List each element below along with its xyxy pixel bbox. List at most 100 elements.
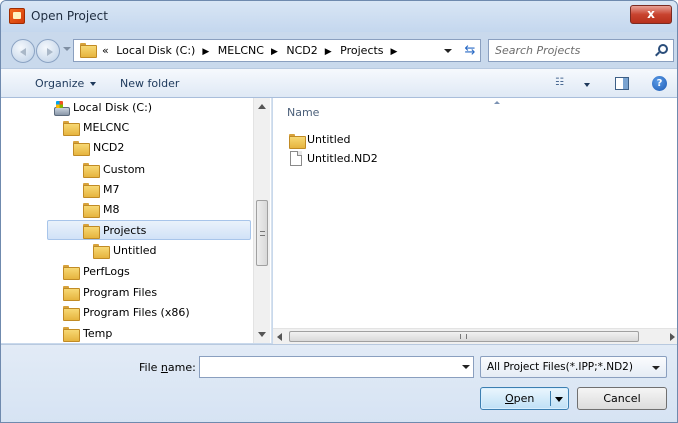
file-name-label: File name: xyxy=(139,361,196,374)
back-button[interactable] xyxy=(11,39,35,63)
breadcrumb-separator[interactable]: ▶ xyxy=(325,47,332,57)
file-name-combo[interactable] xyxy=(199,356,474,378)
folder-icon xyxy=(73,141,90,156)
tree-item-melcnc[interactable]: MELCNC xyxy=(63,118,243,138)
folder-icon xyxy=(93,244,110,259)
breadcrumb: « Local Disk (C:) ▶ MELCNC ▶ NCD2 ▶ Project… xyxy=(102,44,402,57)
tree-item-program-files-x86[interactable]: Program Files (x86) xyxy=(63,303,243,323)
views-icon[interactable]: ☷ xyxy=(555,77,581,91)
new-folder-button[interactable]: New folder xyxy=(120,77,179,90)
dialog-footer: File name: All Project Files(*.IPP;*.ND2… xyxy=(1,344,677,422)
preview-pane-icon[interactable] xyxy=(615,77,629,90)
navigation-pane[interactable]: Local Disk (C:) MELCNC NCD2 Custom M7 M8… xyxy=(1,98,272,343)
tree-item-label: NCD2 xyxy=(93,141,125,154)
open-project-dialog: Open Project x « Local Disk (C:) ▶ MELCNC… xyxy=(0,0,678,423)
file-item-label: Untitled xyxy=(307,133,351,146)
tree-item-m8[interactable]: M8 xyxy=(83,200,243,220)
file-type-filter-value: All Project Files(*.IPP;*.ND2) xyxy=(487,361,633,373)
views-dropdown-arrow[interactable] xyxy=(584,83,590,87)
open-label-rest: pen xyxy=(513,392,535,405)
cancel-button[interactable]: Cancel xyxy=(577,387,667,410)
scroll-down-icon[interactable] xyxy=(258,332,266,337)
file-list[interactable]: Name Untitled Untitled.ND2 xyxy=(273,98,677,328)
forward-button[interactable] xyxy=(36,39,60,63)
command-toolbar: Organize New folder ☷ ? xyxy=(1,68,677,98)
breadcrumb-separator[interactable]: ▶ xyxy=(391,47,398,57)
help-icon[interactable]: ? xyxy=(652,76,667,91)
tree-item-projects[interactable]: Projects xyxy=(47,220,251,240)
tree-item-local-disk[interactable]: Local Disk (C:) xyxy=(53,98,243,118)
breadcrumb-separator[interactable]: ▶ xyxy=(202,47,209,57)
search-box[interactable] xyxy=(488,39,674,62)
address-history-dropdown[interactable] xyxy=(444,49,452,53)
title-bar[interactable]: Open Project x xyxy=(1,1,677,32)
window-title: Open Project xyxy=(31,9,108,23)
folder-icon xyxy=(83,203,100,218)
breadcrumb-melcnc[interactable]: MELCNC xyxy=(218,44,264,57)
file-type-filter[interactable]: All Project Files(*.IPP;*.ND2) xyxy=(480,356,667,378)
open-button-label: Open xyxy=(505,392,534,405)
breadcrumb-projects[interactable]: Projects xyxy=(340,44,383,57)
tree-item-label: Program Files xyxy=(83,286,158,299)
app-icon xyxy=(9,8,25,24)
file-list-horizontal-scrollbar[interactable] xyxy=(273,328,677,344)
folder-icon xyxy=(83,224,100,239)
breadcrumb-ncd2[interactable]: NCD2 xyxy=(286,44,317,57)
search-icon[interactable] xyxy=(658,44,668,54)
sort-indicator-icon xyxy=(494,101,500,104)
breadcrumb-separator[interactable]: ▶ xyxy=(271,47,278,57)
folder-icon xyxy=(63,265,80,280)
tree-item-label: M8 xyxy=(103,203,120,216)
open-accelerator: O xyxy=(505,392,514,405)
tree-item-program-files[interactable]: Program Files xyxy=(63,283,243,303)
organize-button[interactable]: Organize xyxy=(35,77,96,90)
folder-icon xyxy=(63,286,80,301)
folder-icon xyxy=(289,134,306,149)
tree-item-custom[interactable]: Custom xyxy=(83,160,243,180)
folder-icon xyxy=(63,327,80,342)
open-split-divider xyxy=(550,391,551,406)
breadcrumb-overflow[interactable]: « xyxy=(102,44,109,57)
column-header-name[interactable]: Name xyxy=(287,106,319,119)
tree-item-label: M7 xyxy=(103,183,120,196)
tree-item-label: Temp xyxy=(83,327,113,340)
scroll-right-icon[interactable] xyxy=(670,333,675,341)
folder-icon xyxy=(80,43,97,58)
file-name-label-prefix: File xyxy=(139,361,161,374)
tree-item-m7[interactable]: M7 xyxy=(83,180,243,200)
navigation-scrollbar[interactable] xyxy=(253,98,270,343)
refresh-icon[interactable]: ⇆ xyxy=(460,42,480,59)
tree-item-ncd2[interactable]: NCD2 xyxy=(73,138,243,158)
scroll-left-icon[interactable] xyxy=(277,333,282,341)
address-bar[interactable]: « Local Disk (C:) ▶ MELCNC ▶ NCD2 ▶ Project… xyxy=(73,39,481,62)
address-folder-icon xyxy=(80,43,97,59)
file-icon xyxy=(290,151,302,166)
tree-item-untitled[interactable]: Untitled xyxy=(93,241,243,261)
open-button[interactable]: Open xyxy=(480,387,569,410)
tree-item-label: Program Files (x86) xyxy=(83,306,190,319)
file-name-accelerator: n xyxy=(160,361,168,374)
folder-icon xyxy=(83,183,100,198)
scroll-up-icon[interactable] xyxy=(258,104,266,109)
tree-item-label: Local Disk (C:) xyxy=(73,101,153,114)
grip-icon xyxy=(460,334,467,339)
file-item-label: Untitled.ND2 xyxy=(307,152,378,165)
folder-icon xyxy=(63,306,80,321)
recent-locations-dropdown[interactable] xyxy=(63,47,71,51)
search-input[interactable] xyxy=(495,43,645,58)
tree-item-perflogs[interactable]: PerfLogs xyxy=(63,262,243,282)
tree-item-label: MELCNC xyxy=(83,121,130,134)
chevron-down-icon xyxy=(652,366,660,370)
scrollbar-thumb[interactable] xyxy=(289,331,639,342)
file-name-dropdown-arrow[interactable] xyxy=(462,365,470,369)
tree-item-temp[interactable]: Temp xyxy=(63,324,243,343)
disk-icon xyxy=(53,101,70,116)
close-button[interactable]: x xyxy=(630,5,672,24)
cancel-button-label: Cancel xyxy=(603,392,641,405)
open-options-arrow-icon[interactable] xyxy=(555,397,563,402)
scrollbar-thumb[interactable] xyxy=(256,200,268,266)
tree-item-label: PerfLogs xyxy=(83,265,130,278)
file-name-input[interactable] xyxy=(203,359,451,375)
breadcrumb-local-disk[interactable]: Local Disk (C:) xyxy=(116,44,195,57)
tree-item-label: Custom xyxy=(103,163,146,176)
